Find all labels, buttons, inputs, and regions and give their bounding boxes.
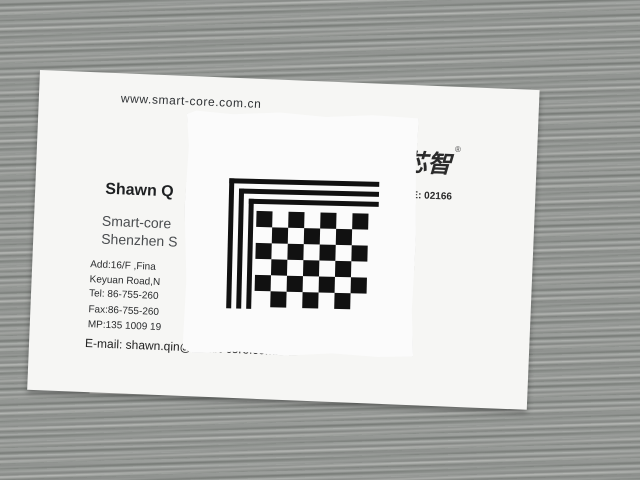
checker-square xyxy=(304,228,320,244)
telephone: Tel: 86-755-260 xyxy=(88,288,159,302)
address-line-2: Keyuan Road,N xyxy=(89,274,161,288)
address-line-1: Add:16/F ,Fina xyxy=(90,259,156,273)
checker-square xyxy=(335,261,351,277)
checker-square xyxy=(288,212,304,228)
registered-mark: ® xyxy=(454,144,462,154)
frame-line-left xyxy=(246,199,254,309)
mobile-phone: MP:135 1009 19 xyxy=(87,319,162,334)
frame-line-left xyxy=(236,188,244,308)
checker-square xyxy=(302,292,318,308)
fax: Fax:86-755-260 xyxy=(88,304,160,318)
frame-line-left xyxy=(226,178,234,308)
company-line-2: Shenzhen S xyxy=(100,230,178,250)
checker-square xyxy=(303,260,319,276)
frame-line-top xyxy=(239,188,379,196)
checker-square xyxy=(287,276,303,292)
checker-square xyxy=(320,212,336,228)
card-name: Shawn Q xyxy=(104,180,175,201)
checker-square xyxy=(256,211,272,227)
checker-square xyxy=(287,244,303,260)
card-website: www.smart-core.com.cn xyxy=(120,91,262,111)
frame-line-top xyxy=(229,178,379,187)
calibration-target-paper xyxy=(181,109,419,359)
checker-square xyxy=(255,243,271,259)
checker-square xyxy=(270,291,286,307)
checker-square xyxy=(351,277,367,293)
frame-line-top xyxy=(249,199,379,207)
checker-square xyxy=(351,245,367,261)
company-line-1: Smart-core xyxy=(101,212,172,232)
checker-square xyxy=(352,213,368,229)
calibration-target-graphic xyxy=(181,109,419,359)
checker-square xyxy=(334,293,350,309)
checker-square xyxy=(319,244,335,260)
checker-square xyxy=(336,229,352,245)
checker-square xyxy=(255,275,271,291)
checker-square xyxy=(272,227,288,243)
checker-square xyxy=(319,276,335,292)
checker-square xyxy=(271,259,287,275)
